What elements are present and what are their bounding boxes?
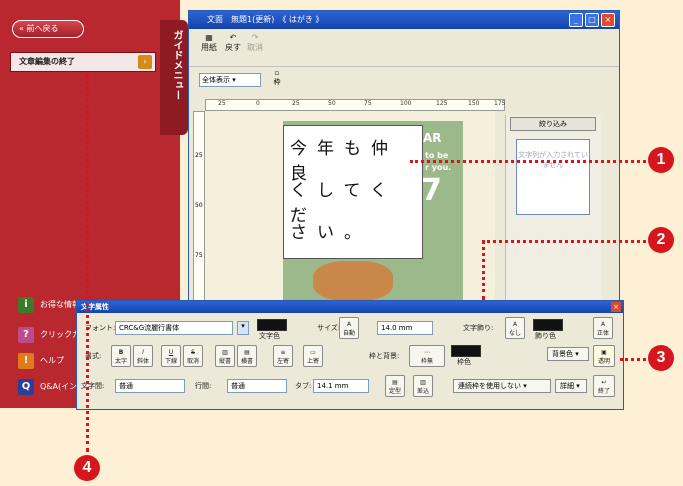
callout-1: 1: [648, 147, 674, 173]
size-icon: A: [346, 321, 352, 328]
vertical-writing-button[interactable]: ▥ 縦書: [215, 345, 235, 367]
back-button-label: 前へ戻る: [26, 24, 59, 33]
info-icon: i: [18, 296, 34, 313]
close-button[interactable]: ×: [601, 13, 615, 27]
double-left-arrow-icon: «: [19, 24, 24, 33]
underline-button[interactable]: U 下線: [161, 345, 181, 367]
callout-2-leader: [482, 240, 652, 243]
cancel-button[interactable]: ↷ 取消: [245, 33, 265, 63]
guide-menu-tab-label: ガイドメニュー: [171, 30, 182, 100]
dialog-title: 文字属性: [77, 301, 623, 313]
side-item-label: ヘルプ: [40, 356, 64, 365]
paper-button[interactable]: ▦ 用紙: [199, 33, 219, 63]
paper-icon: ▦: [205, 33, 213, 42]
size-label: サイズ:: [317, 324, 341, 332]
zoom-select[interactable]: 全体表示 ▾: [199, 73, 261, 87]
italic-button[interactable]: I 斜体: [133, 345, 153, 367]
horizontal-ruler: 25 0 25 50 75 100 125 150 175: [205, 99, 505, 111]
text-list-panel: 絞り込み 文字列が入力されていません: [505, 115, 601, 311]
insert-button[interactable]: ▥ 差込: [413, 375, 433, 397]
no-frame-button[interactable]: ⋯ 枠無: [409, 345, 445, 367]
strikethrough-button[interactable]: S 取消: [183, 345, 203, 367]
upright-button[interactable]: A 正体: [593, 317, 613, 339]
font-label: フォント:: [85, 324, 116, 332]
main-toolbar: ▦ 用紙 ↶ 戻す ↷ 取消: [189, 29, 619, 67]
window-titlebar: 文面 無題1(更新) 《 はがき 》: [189, 11, 619, 29]
char-spacing-label: 文字間:: [81, 382, 105, 390]
auto-size-button[interactable]: A 自動: [339, 317, 359, 339]
question-icon: ?: [18, 326, 34, 343]
char-spacing-select[interactable]: 普通: [115, 379, 185, 393]
char-attributes-dialog: 文字属性 × フォント: CRC&G流麗行書体 ▾ 文字色 サイズ: A 自動 1…: [76, 300, 624, 410]
end-button[interactable]: ↩ 終了: [593, 375, 615, 397]
bold-button[interactable]: B 太字: [111, 345, 131, 367]
callout-4: 4: [74, 455, 100, 481]
details-dropdown[interactable]: 詳細 ▾: [555, 379, 587, 393]
callout-2: 2: [648, 227, 674, 253]
minimize-button[interactable]: _: [569, 13, 583, 27]
align-top-button[interactable]: ▭ 上寄: [303, 345, 323, 367]
back-button[interactable]: « 前へ戻る: [12, 20, 84, 38]
maximize-button[interactable]: □: [585, 13, 599, 27]
redo-icon: ↷: [251, 33, 259, 42]
boar-illustration: [313, 261, 393, 301]
text-frame[interactable]: 今年も仲良 くしてくだ さい。: [283, 125, 423, 259]
vertical-ruler: 25 50 75: [193, 111, 205, 311]
transparent-button[interactable]: ▣ 透明: [593, 345, 615, 367]
line-spacing-label: 行間:: [195, 382, 212, 390]
undo-icon: ↶: [229, 33, 237, 42]
align-left-button[interactable]: ≡ 左寄: [273, 345, 293, 367]
finish-editing-button[interactable]: 文章編集の終了: [10, 52, 156, 72]
undo-button[interactable]: ↶ 戻す: [223, 33, 243, 63]
text-list-preview[interactable]: 文字列が入力されていません: [516, 139, 590, 215]
tab-input[interactable]: 14.1 mm: [313, 379, 369, 393]
dialog-close-button[interactable]: ×: [611, 302, 621, 312]
callout-1-leader: [410, 160, 652, 163]
callout-3: 3: [648, 345, 674, 371]
decoration-none-button[interactable]: A なし: [505, 317, 525, 339]
size-input[interactable]: 14.0 mm: [377, 321, 433, 335]
filter-button[interactable]: 絞り込み: [510, 117, 596, 131]
editing-canvas[interactable]: to be r you. 7 AR 今年も仲良 くしてくだ さい。: [205, 111, 495, 311]
font-select[interactable]: CRC&G流麗行書体: [115, 321, 233, 335]
bg-color-dropdown[interactable]: 背景色 ▾: [547, 347, 589, 361]
frame-icon: ▫: [274, 69, 280, 77]
decoration-label: 文字飾り:: [463, 324, 494, 332]
callout-4-leader: [86, 74, 89, 452]
frame-button[interactable]: ▫ 枠: [269, 69, 285, 93]
continuous-frame-dropdown[interactable]: 連続枠を使用しない ▾: [453, 379, 551, 393]
qa-icon: Q: [18, 378, 34, 395]
right-arrow-icon: ›: [138, 55, 152, 69]
horizontal-writing-button[interactable]: ▤ 横書: [237, 345, 257, 367]
help-icon: !: [18, 352, 34, 369]
frame-bg-label: 枠と背景:: [369, 352, 400, 360]
callout-2-leader-vertical: [482, 240, 485, 300]
chevron-down-icon: ▾: [232, 76, 236, 84]
chevron-down-icon[interactable]: ▾: [237, 321, 249, 335]
tab-label: タブ:: [295, 382, 312, 390]
line-spacing-select[interactable]: 普通: [227, 379, 287, 393]
fixed-format-button[interactable]: ▤ 定型: [385, 375, 405, 397]
